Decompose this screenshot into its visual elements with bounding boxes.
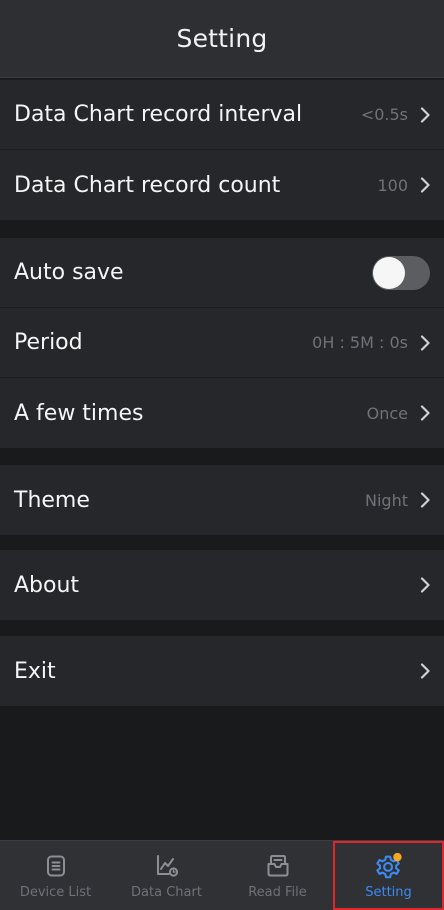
- toggle-knob: [373, 256, 405, 289]
- row-value: Once: [366, 403, 408, 423]
- row-label: Data Chart record count: [14, 172, 281, 198]
- row-value: <0.5s: [360, 105, 408, 124]
- chevron-right-icon: [416, 404, 434, 422]
- chevron-right-icon: [416, 334, 434, 352]
- row-label: Exit: [14, 658, 56, 684]
- chevron-right-icon: [416, 662, 434, 680]
- tab-read-file[interactable]: Read File: [222, 841, 333, 910]
- row-period[interactable]: Period 0H : 5M : 0s: [0, 308, 444, 378]
- settings-group-exit: Exit: [0, 636, 444, 706]
- tab-label: Read File: [248, 885, 307, 900]
- row-record-interval[interactable]: Data Chart record interval <0.5s: [0, 80, 444, 150]
- device-list-icon: [41, 851, 71, 881]
- chevron-right-icon: [416, 491, 434, 509]
- settings-group-theme: Theme Night: [0, 465, 444, 535]
- row-auto-save: Auto save: [0, 238, 444, 308]
- tab-device-list[interactable]: Device List: [0, 841, 111, 910]
- tab-label: Device List: [19, 885, 92, 900]
- row-label: Period: [14, 330, 83, 355]
- row-label: Data Chart record interval: [14, 102, 303, 127]
- row-label: Auto save: [14, 260, 124, 285]
- settings-group-chart: Data Chart record interval <0.5s Data Ch…: [0, 80, 444, 220]
- chevron-right-icon: [416, 176, 434, 194]
- row-few-times[interactable]: A few times Once: [0, 378, 444, 448]
- bottom-tab-bar: Device List Data Chart Read File Setting: [0, 840, 444, 910]
- row-exit[interactable]: Exit: [0, 636, 444, 706]
- row-value: 0H : 5M : 0s: [312, 333, 408, 352]
- chevron-right-icon: [416, 106, 434, 124]
- tab-data-chart[interactable]: Data Chart: [111, 841, 222, 910]
- row-theme[interactable]: Theme Night: [0, 465, 444, 535]
- notification-badge: [392, 852, 402, 862]
- read-file-icon: [263, 851, 293, 881]
- tab-setting[interactable]: Setting: [333, 841, 444, 910]
- row-value: 100: [377, 175, 408, 195]
- chevron-right-icon: [416, 576, 434, 594]
- row-label: Theme: [14, 487, 90, 513]
- row-about[interactable]: About: [0, 550, 444, 620]
- page-title: Setting: [176, 24, 268, 53]
- data-chart-icon: [152, 851, 182, 881]
- tab-label: Data Chart: [131, 885, 202, 900]
- row-label: A few times: [14, 400, 144, 426]
- row-label: About: [14, 572, 80, 598]
- settings-screen: Setting Data Chart record interval <0.5s…: [0, 0, 444, 910]
- row-value: Night: [365, 490, 408, 510]
- row-record-count[interactable]: Data Chart record count 100: [0, 150, 444, 220]
- tab-label: Setting: [365, 885, 412, 900]
- settings-group-about: About: [0, 550, 444, 620]
- gear-icon: [374, 851, 404, 881]
- auto-save-toggle[interactable]: [372, 255, 430, 290]
- header-bar: Setting: [0, 0, 444, 78]
- settings-group-autosave: Auto save Period 0H : 5M : 0s A few time…: [0, 238, 444, 448]
